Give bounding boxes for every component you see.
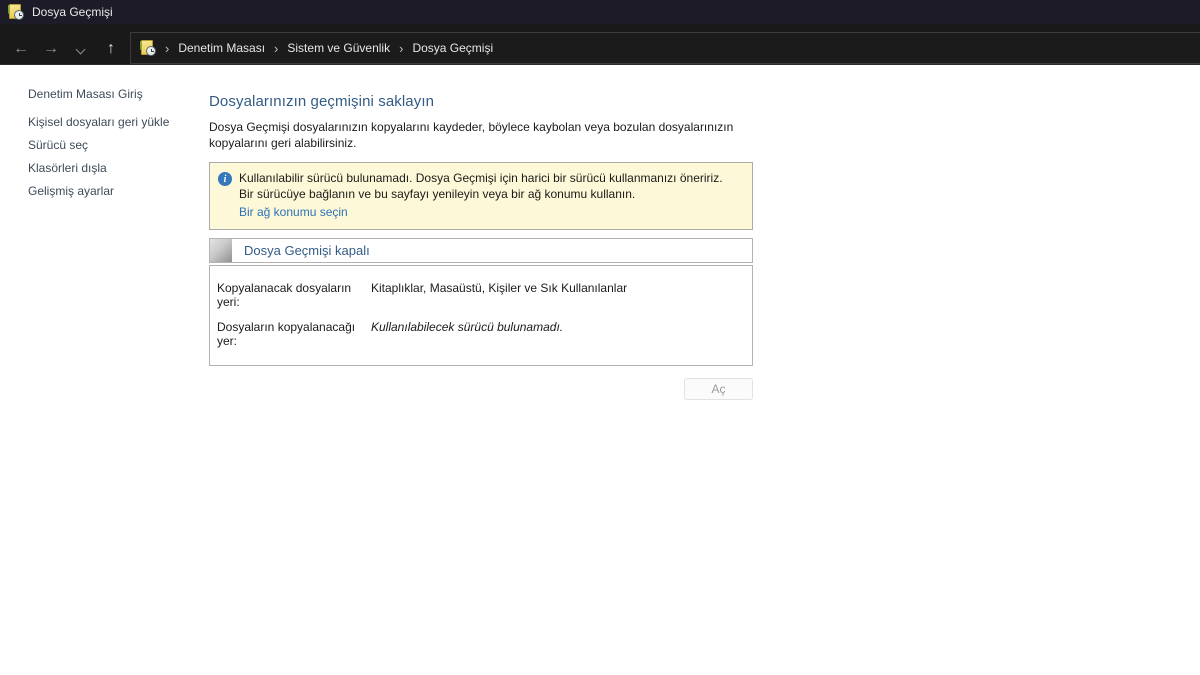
navigation-bar: ← → ↑ › Denetim Masası › Sistem ve Güven… bbox=[0, 24, 1200, 65]
status-title: Dosya Geçmişi kapalı bbox=[244, 243, 370, 258]
breadcrumb-separator-icon: › bbox=[274, 42, 278, 55]
breadcrumb-separator-icon: › bbox=[399, 42, 403, 55]
status-details: Kopyalanacak dosyaların yeri: Kitaplıkla… bbox=[209, 265, 753, 366]
breadcrumb-control-panel[interactable]: Denetim Masası bbox=[178, 41, 265, 55]
forward-icon[interactable]: → bbox=[36, 35, 66, 63]
page-description: Dosya Geçmişi dosyalarınızın kopyalarını… bbox=[209, 119, 754, 151]
sidebar-item-control-panel-home[interactable]: Denetim Masası Giriş bbox=[28, 87, 209, 101]
copy-from-value: Kitaplıklar, Masaüstü, Kişiler ve Sık Ku… bbox=[371, 281, 627, 309]
status-header: Dosya Geçmişi kapalı bbox=[209, 238, 753, 263]
table-row: Kopyalanacak dosyaların yeri: Kitaplıkla… bbox=[217, 281, 752, 309]
select-network-location-link[interactable]: Bir ağ konumu seçin bbox=[239, 205, 348, 219]
warning-banner: i Kullanılabilir sürücü bulunamadı. Dosy… bbox=[209, 162, 753, 230]
address-bar[interactable]: › Denetim Masası › Sistem ve Güvenlik › … bbox=[130, 32, 1200, 64]
file-history-app-icon bbox=[8, 4, 24, 20]
content-area: Denetim Masası Giriş Kişisel dosyaları g… bbox=[0, 65, 1200, 675]
warning-text: Kullanılabilir sürücü bulunamadı. Dosya … bbox=[239, 170, 729, 202]
copy-from-label: Kopyalanacak dosyaların yeri: bbox=[217, 281, 371, 309]
page-title: Dosyalarınızın geçmişini saklayın bbox=[209, 93, 769, 110]
recent-locations-chevron-icon[interactable] bbox=[66, 35, 96, 63]
table-row: Dosyaların kopyalanacağı yer: Kullanılab… bbox=[217, 320, 752, 348]
title-bar: Dosya Geçmişi bbox=[0, 0, 1200, 24]
window-title: Dosya Geçmişi bbox=[32, 5, 113, 19]
sidebar-item-select-drive[interactable]: Sürücü seç bbox=[28, 138, 209, 152]
sidebar: Denetim Masası Giriş Kişisel dosyaları g… bbox=[0, 65, 209, 207]
copy-to-value: Kullanılabilecek sürücü bulunamadı. bbox=[371, 320, 563, 348]
sidebar-item-exclude-folders[interactable]: Klasörleri dışla bbox=[28, 161, 209, 175]
main-panel: Dosyalarınızın geçmişini saklayın Dosya … bbox=[209, 65, 769, 400]
file-history-off-status-icon bbox=[210, 239, 232, 262]
up-icon[interactable]: ↑ bbox=[96, 35, 126, 63]
breadcrumb-separator-icon: › bbox=[165, 42, 169, 55]
turn-on-button[interactable]: Aç bbox=[684, 378, 753, 400]
info-icon: i bbox=[218, 172, 232, 186]
file-history-location-icon bbox=[140, 40, 156, 56]
copy-to-label: Dosyaların kopyalanacağı yer: bbox=[217, 320, 371, 348]
breadcrumb-system-security[interactable]: Sistem ve Güvenlik bbox=[287, 41, 390, 55]
button-row: Aç bbox=[209, 378, 753, 400]
back-icon[interactable]: ← bbox=[6, 35, 36, 63]
sidebar-item-advanced-settings[interactable]: Gelişmiş ayarlar bbox=[28, 184, 209, 198]
breadcrumb-file-history[interactable]: Dosya Geçmişi bbox=[412, 41, 493, 55]
nav-buttons: ← → ↑ bbox=[6, 33, 126, 64]
sidebar-item-restore-personal-files[interactable]: Kişisel dosyaları geri yükle bbox=[28, 115, 209, 129]
